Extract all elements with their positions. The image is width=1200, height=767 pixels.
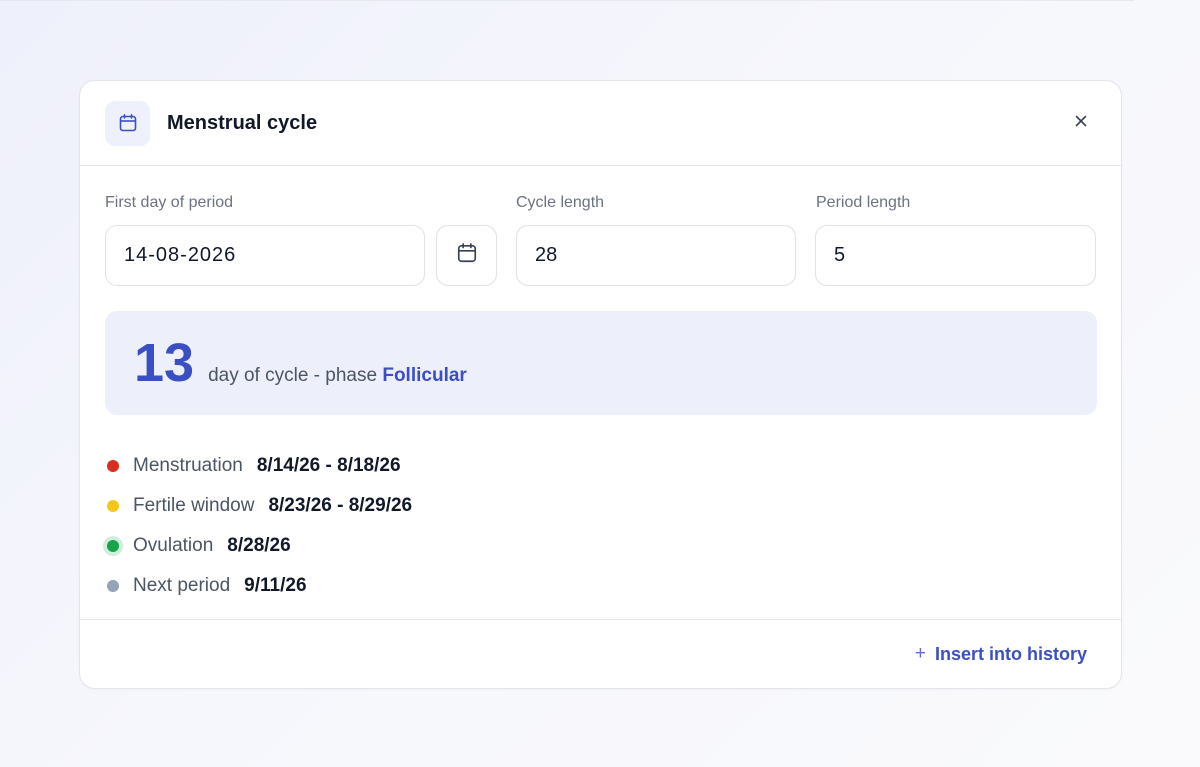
status-dot (107, 500, 119, 512)
first-day-label: First day of period (105, 194, 234, 211)
dialog-header: Menstrual cycle (80, 81, 1121, 166)
event-label: Fertile window (133, 495, 255, 516)
event-value: 8/28/26 (227, 535, 291, 556)
close-button[interactable] (1069, 111, 1093, 135)
cycle-phase: Follicular (382, 365, 467, 386)
cycle-day-text: day of cycle - phase Follicular (208, 365, 467, 387)
period-length-label: Period length (816, 194, 911, 211)
dialog-footer: + Insert into history (80, 619, 1121, 688)
menstrual-cycle-dialog: Menstrual cycle First day of period Cycl… (79, 80, 1122, 689)
top-divider (0, 0, 1134, 1)
status-dot (107, 580, 119, 592)
insert-label: Insert into history (934, 643, 1087, 664)
event-value: 8/23/26 - 8/29/26 (268, 495, 413, 516)
period-length-input[interactable]: 5 (815, 225, 1096, 286)
status-dot (107, 540, 119, 552)
event-label: Next period (133, 575, 231, 596)
cycle-events-list: Menstruation 8/14/26 - 8/18/26 Fertile w… (107, 446, 412, 606)
first-day-input[interactable]: 14-08-2026 (105, 225, 425, 286)
event-label: Ovulation (133, 535, 214, 556)
date-picker-button[interactable] (436, 225, 497, 286)
close-icon (1074, 114, 1088, 133)
cycle-length-label: Cycle length (516, 194, 605, 211)
dialog-title: Menstrual cycle (167, 111, 318, 134)
insert-into-history-button[interactable]: + Insert into history (915, 643, 1087, 665)
cycle-summary: 13 day of cycle - phase Follicular (105, 311, 1097, 415)
status-dot (107, 460, 119, 472)
cycle-day-caption: day of cycle - phase (208, 365, 378, 386)
event-next-period: Next period 9/11/26 (107, 566, 412, 606)
event-label: Menstruation (133, 455, 243, 476)
calendar-icon (105, 100, 150, 146)
event-value: 9/11/26 (244, 575, 307, 596)
plus-icon: + (914, 643, 926, 664)
event-ovulation: Ovulation 8/28/26 (107, 526, 412, 566)
event-fertile-window: Fertile window 8/23/26 - 8/29/26 (107, 486, 412, 526)
cycle-length-input[interactable]: 28 (516, 225, 796, 286)
calendar-icon (456, 242, 478, 269)
event-value: 8/14/26 - 8/18/26 (256, 455, 401, 476)
event-menstruation: Menstruation 8/14/26 - 8/18/26 (107, 446, 412, 486)
cycle-day-number: 13 (134, 333, 195, 393)
